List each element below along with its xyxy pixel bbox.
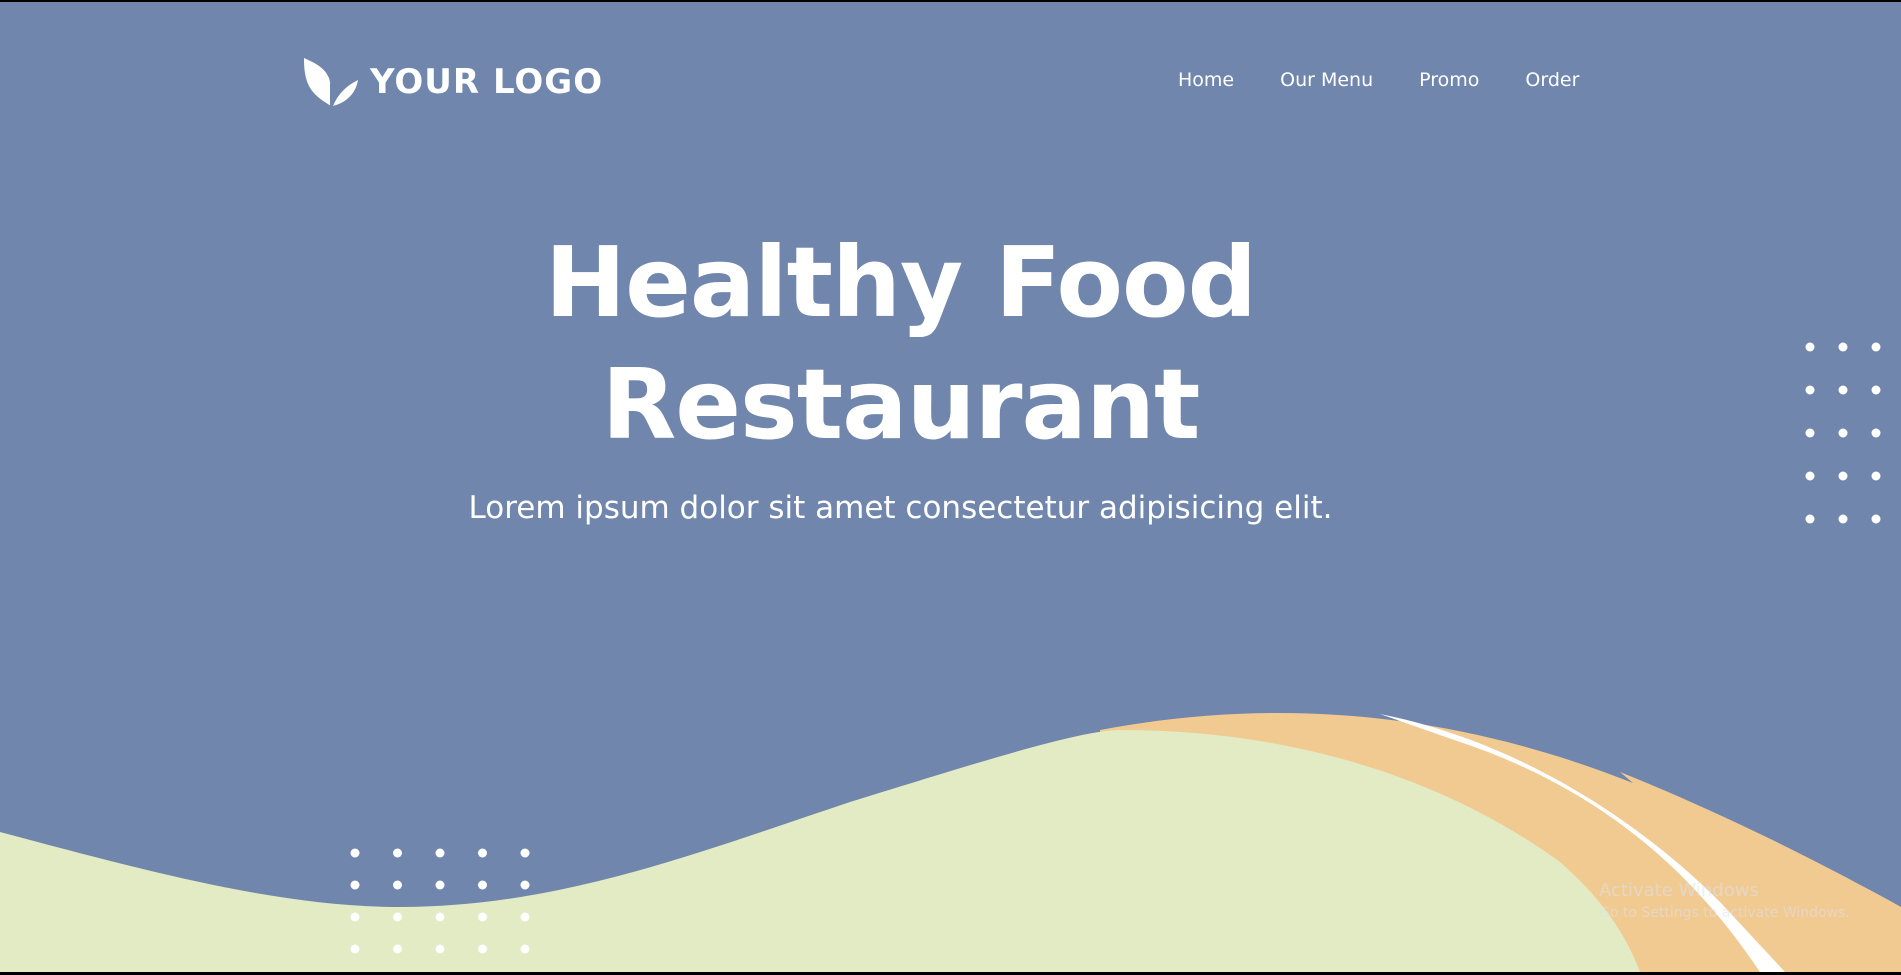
dot (520, 880, 530, 890)
nav-promo[interactable]: Promo (1419, 69, 1479, 91)
dot (435, 912, 445, 922)
dot (478, 848, 487, 858)
dot (393, 944, 402, 954)
nav-our-menu[interactable]: Our Menu (1280, 69, 1373, 91)
dot (435, 944, 445, 954)
dot (393, 848, 402, 858)
leaf-icon (304, 58, 358, 106)
header: YOUR LOGO Home Our Menu Promo Order (0, 2, 1901, 122)
dot (393, 912, 402, 922)
dot (478, 944, 487, 954)
nav-home[interactable]: Home (1178, 69, 1234, 91)
watermark-line2: Go to Settings to activate Windows. (1599, 905, 1850, 921)
hero-subtitle: Lorem ipsum dolor sit amet consectetur a… (468, 490, 1333, 526)
dot (520, 944, 530, 954)
hero-title-line2: Restaurant (601, 348, 1201, 461)
hero-section: Healthy Food Restaurant Lorem ipsum dolo… (0, 222, 1901, 526)
dot (435, 848, 445, 858)
logo-text: YOUR LOGO (370, 62, 604, 102)
dot (350, 880, 360, 890)
main-nav: Home Our Menu Promo Order (1178, 69, 1579, 91)
dot (393, 880, 402, 890)
dot (520, 848, 530, 858)
activate-windows-watermark: Activate Windows Go to Settings to activ… (1599, 880, 1850, 921)
hero-title: Healthy Food Restaurant (451, 222, 1351, 466)
dots-pattern-bottom (350, 848, 530, 954)
dot (520, 912, 530, 922)
dot (350, 912, 360, 922)
landing-page: YOUR LOGO Home Our Menu Promo Order Heal… (0, 2, 1901, 972)
dot (350, 848, 360, 858)
dot (350, 944, 360, 954)
nav-order[interactable]: Order (1525, 69, 1579, 91)
watermark-line1: Activate Windows (1599, 880, 1759, 901)
dot (478, 912, 487, 922)
dot (435, 880, 445, 890)
hero-title-line1: Healthy Food (544, 226, 1257, 339)
dot (478, 880, 487, 890)
brand-logo[interactable]: YOUR LOGO (302, 56, 603, 108)
